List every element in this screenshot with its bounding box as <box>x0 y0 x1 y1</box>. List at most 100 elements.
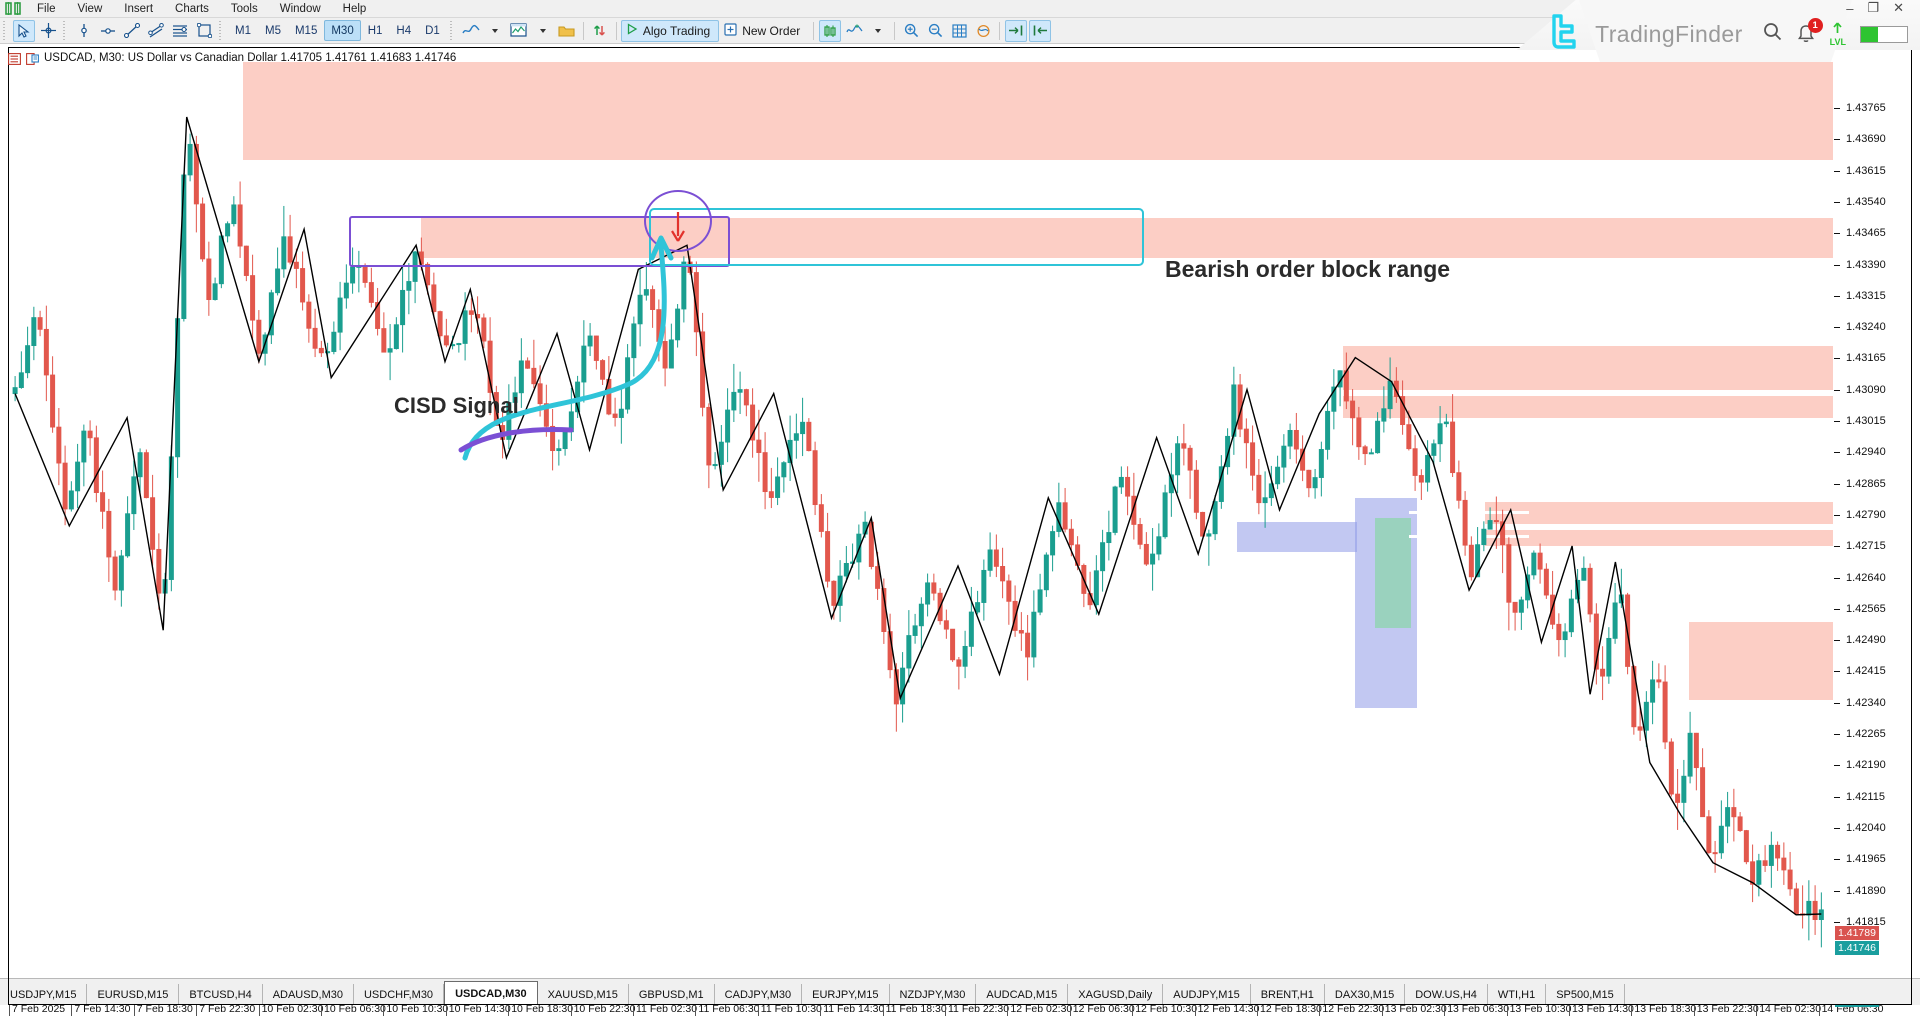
open-data-folder-icon[interactable] <box>556 20 578 42</box>
toolbar-separator-5 <box>999 21 1001 40</box>
chart-tab[interactable]: EURJPY,M15 <box>802 984 890 1005</box>
chart-tab[interactable]: USDCAD,M30 <box>444 981 538 1005</box>
chart-tab-bar[interactable]: USDJPY,M15 EURUSD,M15 BTCUSD,H4 ADAUSD,M30 U… <box>0 978 1920 1005</box>
indicators-dropdown-caret-icon[interactable] <box>484 20 506 42</box>
fibonacci-retracement-icon[interactable] <box>169 20 191 42</box>
menu-item-tools[interactable]: Tools <box>220 0 269 18</box>
symbol-info-icon[interactable] <box>26 52 39 65</box>
trendline-icon[interactable] <box>121 20 143 42</box>
autoscroll-icon[interactable] <box>589 20 611 42</box>
chart-tab[interactable]: EURUSD,M15 <box>87 984 180 1005</box>
chart-tab[interactable]: BRENT,H1 <box>1250 984 1325 1005</box>
algo-trading-button[interactable]: Algo Trading <box>620 19 720 42</box>
scroll-to-end-icon[interactable] <box>1029 19 1052 42</box>
templates-dropdown-caret-icon[interactable] <box>532 20 554 42</box>
price-tick-label: 1.43765 <box>1846 102 1886 114</box>
timeframe-d1[interactable]: D1 <box>418 20 447 41</box>
cisd-underline-stroke <box>458 427 574 453</box>
timeframe-m15[interactable]: M15 <box>288 20 324 41</box>
toolbar-separator-4 <box>894 21 896 40</box>
price-tick-label: 1.42790 <box>1846 508 1886 521</box>
chart-tab[interactable]: CADJPY,M30 <box>714 984 803 1005</box>
price-tick <box>1834 890 1840 892</box>
timeframe-m30[interactable]: M30 <box>324 20 361 41</box>
crosshair-icon[interactable] <box>37 20 59 42</box>
chart-tab[interactable]: WTI,H1 <box>1487 984 1547 1005</box>
menu-item-view[interactable]: View <box>67 0 114 18</box>
chart-tab[interactable]: USDJPY,M15 <box>0 984 88 1005</box>
menu-item-insert[interactable]: Insert <box>113 0 164 18</box>
chart-tab[interactable]: SP500,M15 <box>1546 984 1625 1005</box>
tradingfinder-logo-icon <box>1547 14 1581 54</box>
horizontal-line-icon[interactable] <box>97 20 119 42</box>
chart-tab[interactable]: BTCUSD,H4 <box>179 984 263 1005</box>
timeframe-h1[interactable]: H1 <box>361 20 390 41</box>
select-cursor-icon[interactable] <box>13 19 35 42</box>
chart-tab[interactable]: GBPUSD,M1 <box>628 984 715 1005</box>
zoom-out-icon[interactable] <box>924 20 946 42</box>
zoom-in-icon[interactable] <box>900 20 922 42</box>
price-tick-label: 1.41890 <box>1846 884 1886 897</box>
indicators-list-icon[interactable] <box>460 20 482 42</box>
timeframe-h4[interactable]: H4 <box>389 20 418 41</box>
chart-tab[interactable]: NZDJPY,M30 <box>889 984 977 1005</box>
indicator-grip[interactable] <box>448 20 456 41</box>
price-tick <box>1834 389 1840 391</box>
menu-item-file[interactable]: File <box>26 0 67 18</box>
timeframe-m5[interactable]: M5 <box>258 20 288 41</box>
chart-tab[interactable]: AUDJPY,M15 <box>1163 984 1251 1005</box>
level-indicator[interactable]: LVL <box>1829 21 1846 47</box>
price-tick <box>1834 327 1840 329</box>
chart-tab[interactable]: DOW.US,H4 <box>1405 984 1488 1005</box>
templates-icon[interactable] <box>508 20 530 42</box>
draw-tools-grip[interactable] <box>62 20 69 41</box>
menu-item-help[interactable]: Help <box>332 0 378 18</box>
new-order-plus-icon <box>724 22 737 39</box>
menu-item-window[interactable]: Window <box>269 0 332 18</box>
price-tick-label: 1.42340 <box>1846 696 1886 709</box>
chart-tab[interactable]: DAX30,M15 <box>1324 984 1406 1005</box>
chart-tab[interactable]: AUDCAD,M15 <box>976 984 1069 1005</box>
price-tick-label: 1.43090 <box>1846 383 1886 396</box>
objects-list-icon[interactable] <box>972 20 994 42</box>
chart-tab[interactable]: USDCHF,M30 <box>353 984 445 1005</box>
chart-shift-icon[interactable] <box>1005 19 1028 42</box>
chart-plot[interactable]: Bearish order block range CISD Signal <box>9 48 1833 996</box>
chart-tab[interactable]: XAGUSD,Daily <box>1068 984 1164 1005</box>
toolbar-separator-3 <box>813 21 815 40</box>
algo-trading-label: Algo Trading <box>642 23 711 38</box>
level-label: LVL <box>1829 36 1846 47</box>
candlestick-series <box>12 116 1824 948</box>
price-tick <box>1834 108 1840 109</box>
vertical-line-icon[interactable] <box>73 20 95 42</box>
timeframe-m1[interactable]: M1 <box>228 20 258 41</box>
chart-properties-icon[interactable] <box>8 52 21 65</box>
new-order-button[interactable]: New Order <box>719 20 809 42</box>
price-tick-label: 1.42715 <box>1846 540 1886 553</box>
price-tick-label: 1.43465 <box>1846 227 1886 240</box>
notification-bell-icon[interactable]: 1 <box>1796 18 1823 44</box>
price-tick-label: 1.42415 <box>1846 665 1886 678</box>
menu-item-charts[interactable]: Charts <box>164 0 220 18</box>
chart-tab[interactable]: XAUUSD,M15 <box>537 984 629 1005</box>
price-tick-label: 1.42865 <box>1846 477 1886 490</box>
equidistant-channel-icon[interactable] <box>145 20 167 42</box>
search-icon[interactable] <box>1763 22 1782 46</box>
chart-type-caret-icon[interactable] <box>867 20 889 42</box>
candlestick-chart-icon[interactable] <box>819 19 842 42</box>
price-tick <box>1834 859 1840 861</box>
grid-icon[interactable] <box>948 20 970 42</box>
chart-area[interactable]: USDCAD, M30: US Dollar vs Canadian Dolla… <box>0 45 1920 1016</box>
level-up-arrow-icon <box>1830 21 1845 38</box>
shapes-icon[interactable] <box>193 20 215 42</box>
price-tick <box>1834 546 1840 548</box>
price-tick <box>1834 514 1840 516</box>
bearish-order-block-label: Bearish order block range <box>1165 256 1451 282</box>
indicator-curve-icon[interactable] <box>843 20 865 42</box>
chart-tab[interactable]: ADAUSD,M30 <box>262 984 354 1005</box>
price-tick <box>1834 796 1840 798</box>
timeframe-grip[interactable] <box>218 20 225 41</box>
price-axis[interactable]: 1.43765 1.43690 1.43615 1.43540 1.43465 1.433… <box>1834 48 1911 996</box>
price-tick-label: 1.42190 <box>1846 759 1886 772</box>
toolbar-grip[interactable] <box>2 20 9 41</box>
